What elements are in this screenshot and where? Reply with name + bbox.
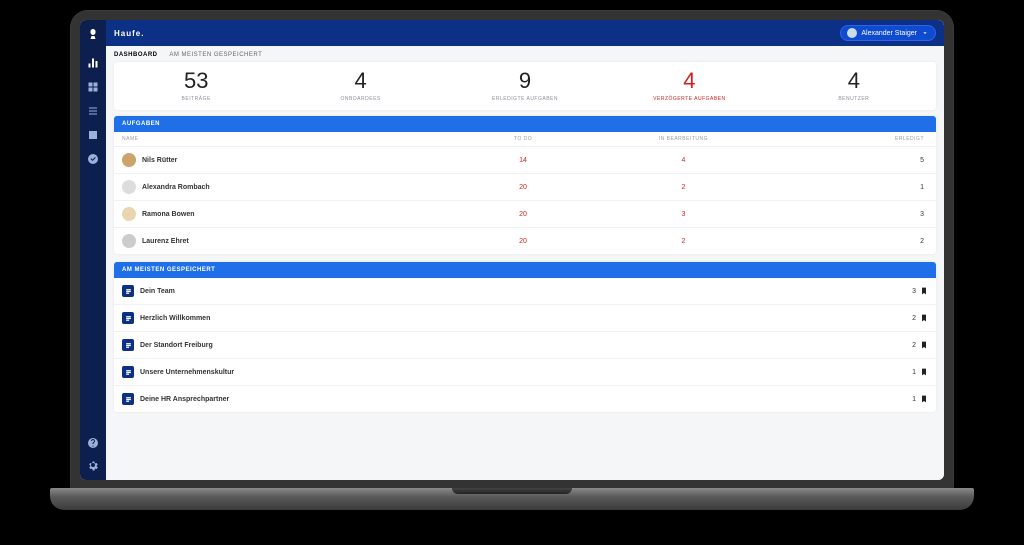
avatar-icon bbox=[122, 207, 136, 221]
tab-saved[interactable]: Am meisten gespeichert bbox=[169, 52, 262, 58]
nav-dashboard-icon[interactable] bbox=[86, 56, 100, 70]
avatar-icon bbox=[122, 234, 136, 248]
tasks-panel-header: Aufgaben bbox=[114, 116, 936, 132]
dashboard-tabs: Dashboard Am meisten gespeichert bbox=[114, 52, 936, 58]
list-item[interactable]: Herzlich Willkommen 2 bbox=[114, 305, 936, 332]
table-row[interactable]: Ramona Bowen 20 3 3 bbox=[114, 201, 936, 228]
tab-dashboard[interactable]: Dashboard bbox=[114, 52, 158, 58]
table-row[interactable]: Nils Rütter 14 4 5 bbox=[114, 147, 936, 174]
bookmark-icon bbox=[920, 340, 928, 350]
article-icon bbox=[122, 366, 134, 378]
user-avatar-icon bbox=[847, 28, 857, 38]
tasks-table-head: Name To Do In Bearbeitung Erledigt bbox=[114, 132, 936, 147]
list-item[interactable]: Unsere Unternehmenskultur 1 bbox=[114, 359, 936, 386]
table-row[interactable]: Alexandra Rombach 20 2 1 bbox=[114, 174, 936, 201]
app-screen: Haufe. Alexander Staiger Dashboard Am me… bbox=[80, 20, 944, 480]
saved-panel-header: Am meisten gespeichert bbox=[114, 262, 936, 278]
nav-grid-icon[interactable] bbox=[86, 80, 100, 94]
table-row[interactable]: Laurenz Ehret 20 2 2 bbox=[114, 228, 936, 254]
nav-list-icon[interactable] bbox=[86, 104, 100, 118]
app-logo-icon[interactable] bbox=[85, 26, 101, 42]
user-menu[interactable]: Alexander Staiger bbox=[840, 25, 936, 41]
bookmark-icon bbox=[920, 313, 928, 323]
avatar-icon bbox=[122, 180, 136, 194]
avatar-icon bbox=[122, 153, 136, 167]
stats-card: 53 Beiträge 4 Onboardees 9 Erledigte Auf… bbox=[114, 62, 936, 110]
nav-check-icon[interactable] bbox=[86, 152, 100, 166]
laptop-frame: Haufe. Alexander Staiger Dashboard Am me… bbox=[50, 10, 974, 510]
brand-text: Haufe. bbox=[114, 29, 144, 38]
list-item[interactable]: Deine HR Ansprechpartner 1 bbox=[114, 386, 936, 412]
stat-users: 4 Benutzer bbox=[772, 68, 936, 102]
nav-settings-icon[interactable] bbox=[86, 458, 100, 472]
tasks-panel: Aufgaben Name To Do In Bearbeitung Erled… bbox=[114, 116, 936, 254]
nav-help-icon[interactable] bbox=[86, 436, 100, 450]
saved-panel: Am meisten gespeichert Dein Team 3 Herzl… bbox=[114, 262, 936, 412]
article-icon bbox=[122, 393, 134, 405]
stat-done: 9 Erledigte Aufgaben bbox=[443, 68, 607, 102]
nav-media-icon[interactable] bbox=[86, 128, 100, 142]
stat-onboardees: 4 Onboardees bbox=[278, 68, 442, 102]
chevron-down-icon bbox=[921, 29, 929, 37]
stat-posts: 53 Beiträge bbox=[114, 68, 278, 102]
stat-delayed: 4 Verzögerte Aufgaben bbox=[607, 68, 771, 102]
article-icon bbox=[122, 285, 134, 297]
article-icon bbox=[122, 312, 134, 324]
laptop-base bbox=[50, 488, 974, 510]
laptop-bezel: Haufe. Alexander Staiger Dashboard Am me… bbox=[70, 10, 954, 490]
list-item[interactable]: Dein Team 3 bbox=[114, 278, 936, 305]
topbar: Haufe. Alexander Staiger bbox=[106, 20, 944, 46]
list-item[interactable]: Der Standort Freiburg 2 bbox=[114, 332, 936, 359]
sidebar bbox=[80, 20, 106, 480]
article-icon bbox=[122, 339, 134, 351]
bookmark-icon bbox=[920, 286, 928, 296]
user-name: Alexander Staiger bbox=[861, 30, 917, 37]
bookmark-icon bbox=[920, 394, 928, 404]
bookmark-icon bbox=[920, 367, 928, 377]
